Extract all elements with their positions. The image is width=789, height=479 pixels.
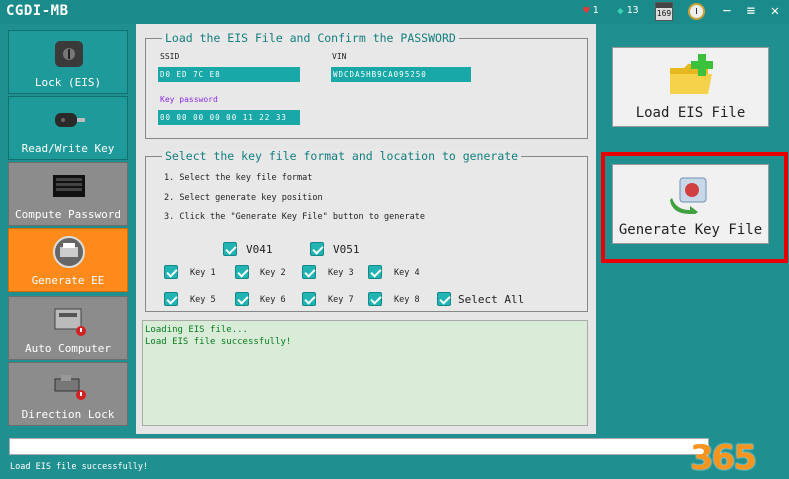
keyboard-icon	[53, 175, 85, 197]
highlight-frame	[601, 152, 788, 263]
sidebar-item-direction-lock[interactable]: Direction Lock	[8, 362, 128, 426]
step-1: 1. Select the key file format	[164, 173, 313, 183]
sidebar-item-label: Auto Computer	[24, 342, 112, 355]
key-8-label: Key 8	[394, 295, 420, 305]
format-v051-checkbox[interactable]	[310, 242, 324, 256]
diamonds-counter: ◆ 13	[617, 4, 639, 17]
step-3: 3. Click the "Generate Key File" button …	[164, 212, 425, 222]
key-password-label: Key password	[160, 95, 218, 104]
log-line: Load EIS file successfully!	[145, 337, 292, 347]
key-1-checkbox[interactable]	[164, 265, 178, 279]
app-title: CGDI-MB	[6, 3, 69, 19]
minimize-button[interactable]: −	[718, 2, 736, 20]
calendar-icon[interactable]: 169	[655, 2, 673, 21]
sidebar-item-label: Generate EE	[31, 274, 105, 287]
ssid-field[interactable]: D0 ED 7C E8	[158, 67, 300, 82]
key-password-field[interactable]: 00 00 00 00 00 11 22 33	[158, 110, 300, 125]
calendar-day: 169	[656, 9, 672, 18]
sidebar-item-auto-computer[interactable]: Auto Computer	[8, 296, 128, 360]
clock-icon[interactable]	[688, 3, 705, 20]
printer-icon	[53, 236, 85, 268]
key-3-checkbox[interactable]	[302, 265, 316, 279]
step-2: 2. Select generate key position	[164, 193, 323, 203]
vin-label: VIN	[332, 52, 347, 61]
car-key-icon	[55, 113, 85, 127]
key-1-label: Key 1	[190, 268, 216, 278]
keyfile-section: Select the key file format and location …	[145, 149, 588, 312]
load-eis-file-label: Load EIS File	[635, 105, 746, 121]
keyfile-section-legend: Select the key file format and location …	[162, 149, 522, 163]
status-text: Load EIS file successfully!	[10, 462, 149, 472]
vin-field[interactable]: WDCDA5HB9CA095250	[331, 67, 471, 82]
key-7-checkbox[interactable]	[302, 292, 316, 306]
heart-icon: ♥	[583, 4, 590, 17]
key-5-checkbox[interactable]	[164, 292, 178, 306]
menu-button[interactable]: ≡	[742, 2, 760, 20]
key-5-label: Key 5	[190, 295, 216, 305]
sidebar-item-label: Compute Password	[15, 208, 121, 221]
select-all-label: Select All	[458, 293, 525, 306]
title-bar: CGDI-MB ♥ 1 ◆ 13 169 − ≡ ✕	[0, 0, 789, 24]
select-all-checkbox[interactable]	[437, 292, 451, 306]
sidebar-item-label: Direction Lock	[21, 408, 115, 421]
sidebar-item-label: Read/Write Key	[21, 142, 115, 155]
steering-lock-icon	[54, 375, 86, 400]
watermark-text: 365	[690, 438, 757, 478]
key-4-label: Key 4	[394, 268, 420, 278]
eis-section: Load the EIS File and Confirm the PASSWO…	[145, 31, 588, 139]
key-7-label: Key 7	[328, 295, 354, 305]
sidebar-item-lock-eis[interactable]: Lock (EIS)	[8, 30, 128, 94]
sidebar-item-label: Lock (EIS)	[34, 76, 102, 89]
diamonds-count: 13	[626, 5, 639, 16]
load-eis-file-button[interactable]: Load EIS File	[612, 47, 769, 127]
watermark-logo: 365	[690, 438, 786, 478]
sidebar-item-compute-password[interactable]: Compute Password	[8, 162, 128, 226]
sidebar-item-generate-ee[interactable]: Generate EE	[8, 228, 128, 292]
key-lock-icon	[55, 41, 83, 67]
format-v051-label: V051	[333, 243, 360, 256]
progress-bar	[9, 438, 709, 455]
key-4-checkbox[interactable]	[368, 265, 382, 279]
close-button[interactable]: ✕	[766, 2, 784, 20]
hearts-counter: ♥ 1	[583, 4, 599, 17]
sidebar-item-read-write-key[interactable]: Read/Write Key	[8, 96, 128, 160]
format-v041-checkbox[interactable]	[223, 242, 237, 256]
key-2-label: Key 2	[260, 268, 286, 278]
ecu-module-icon	[54, 308, 86, 336]
key-3-label: Key 3	[328, 268, 354, 278]
folder-add-icon	[670, 54, 713, 94]
diamond-icon: ◆	[617, 4, 624, 17]
log-line: Loading EIS file...	[145, 325, 248, 335]
eis-section-legend: Load the EIS File and Confirm the PASSWO…	[162, 31, 459, 45]
key-2-checkbox[interactable]	[235, 265, 249, 279]
log-output[interactable]: Loading EIS file... Load EIS file succes…	[142, 320, 588, 426]
format-v041-label: V041	[246, 243, 273, 256]
key-6-label: Key 6	[260, 295, 286, 305]
ssid-label: SSID	[160, 52, 180, 61]
hearts-count: 1	[592, 5, 599, 16]
key-8-checkbox[interactable]	[368, 292, 382, 306]
key-6-checkbox[interactable]	[235, 292, 249, 306]
